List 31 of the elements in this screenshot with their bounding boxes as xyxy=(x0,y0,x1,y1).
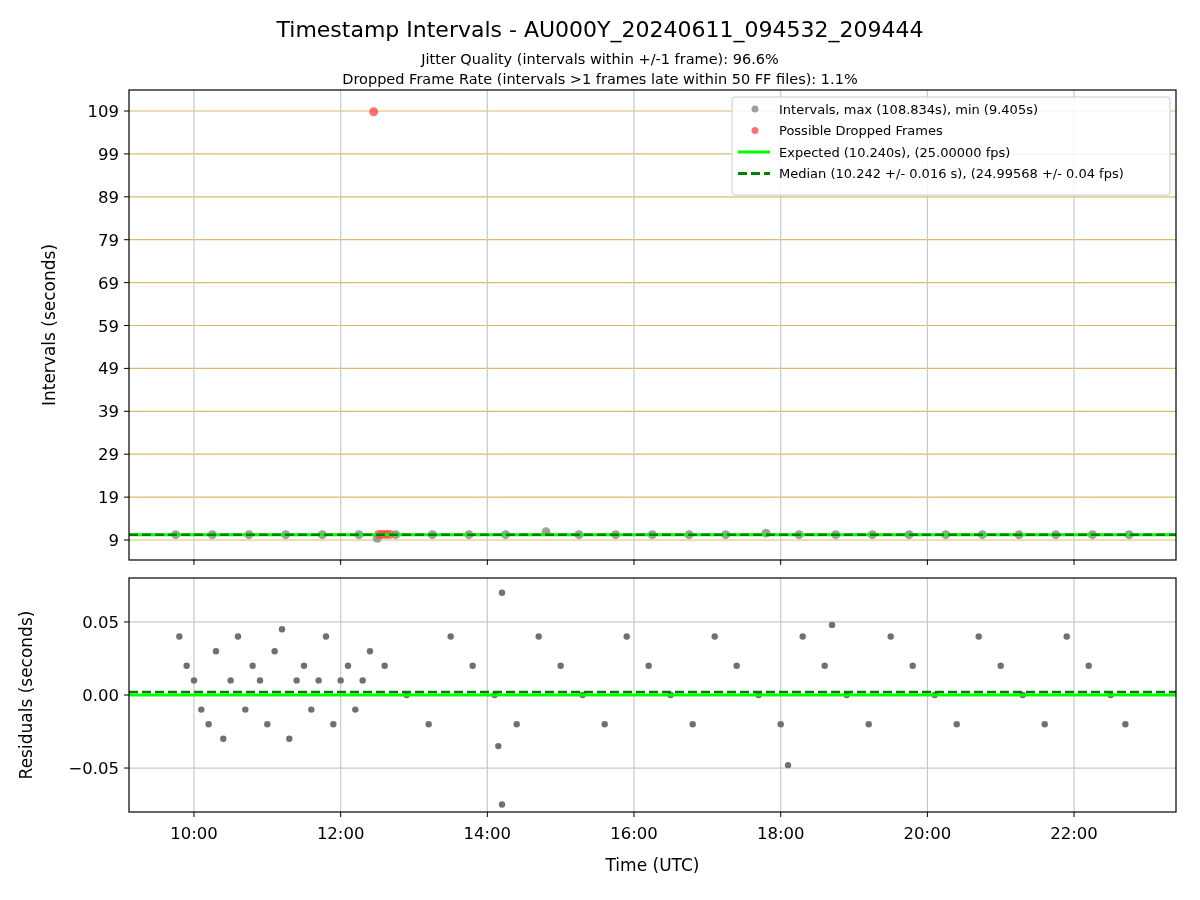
x-tick-label: 12:00 xyxy=(316,824,365,843)
y-tick-label: 0.00 xyxy=(82,686,119,705)
y-tick-label: 79 xyxy=(98,230,119,250)
y-tick-label: 69 xyxy=(98,273,119,293)
y-tick-label: −0.05 xyxy=(68,759,119,779)
x-tick-label: 22:00 xyxy=(1050,824,1098,843)
y-tick-label: 49 xyxy=(98,359,119,379)
y-tick-label: 9 xyxy=(108,531,119,550)
x-tick-label: 18:00 xyxy=(756,824,805,843)
y-tick-label: 99 xyxy=(98,144,119,164)
legend-label: Median (10.242 +/- 0.016 s), (24.99568 +/- 0.04 fps) xyxy=(779,166,1124,181)
legend-label: Intervals, max (108.834s), min (9.405s) xyxy=(779,101,1038,117)
y-tick-label: 19 xyxy=(98,488,119,508)
chart-subtitle: Jitter Quality (intervals within +/-1 frame): 96.6% xyxy=(421,51,779,67)
chart-subtitle: Dropped Frame Rate (intervals >1 frames late within 50 FF files): 1.1% xyxy=(342,71,858,87)
x-tick-label: 10:00 xyxy=(170,824,218,843)
y-axis-label: Intervals (seconds) xyxy=(39,243,59,407)
chart-title: Timestamp Intervals - AU000Y_20240611_094532_209444 xyxy=(276,17,924,42)
x-axis-label: Time (UTC) xyxy=(605,855,700,875)
y-tick-label: 109 xyxy=(87,102,119,121)
legend-label: Expected (10.240s), (25.00000 fps) xyxy=(779,144,1011,160)
y-tick-label: 39 xyxy=(98,402,119,422)
x-tick-label: 14:00 xyxy=(463,824,512,843)
legend-label: Possible Dropped Frames xyxy=(779,123,943,138)
x-tick-label: 16:00 xyxy=(610,824,658,843)
x-tick-label: 20:00 xyxy=(903,824,952,843)
y-tick-label: 0.05 xyxy=(82,612,119,632)
y-tick-label: 59 xyxy=(98,316,119,336)
y-tick-label: 29 xyxy=(98,445,119,465)
y-tick-label: 89 xyxy=(98,187,119,207)
y-axis-label: Residuals (seconds) xyxy=(16,610,36,780)
